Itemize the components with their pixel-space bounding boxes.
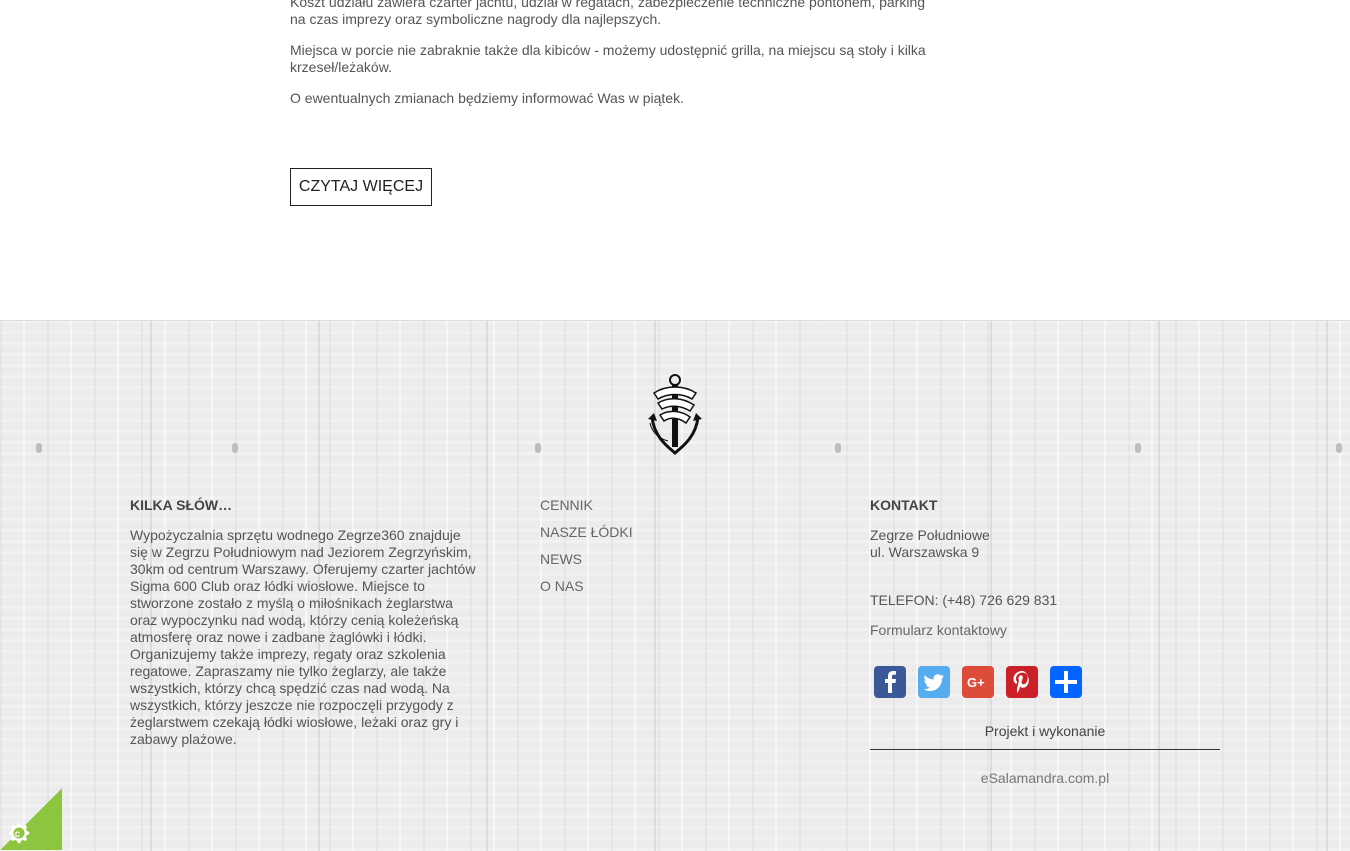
read-more-button[interactable]: CZYTAJ WIĘCEJ — [290, 168, 432, 206]
wood-nail — [1336, 443, 1342, 453]
twitter-icon[interactable] — [918, 666, 950, 698]
article-line: krzeseł/leżaków. — [290, 59, 392, 75]
facebook-icon[interactable] — [874, 666, 906, 698]
google-plus-icon[interactable]: G+ — [962, 666, 994, 698]
about-line: regatowe. Zapraszamy nie tylko żeglarzy,… — [130, 663, 447, 679]
about-line: wszystkich, którzy jeszcze nie rozpoczęl… — [130, 697, 454, 713]
contact-phone: TELEFON: (+48) 726 629 831 — [870, 592, 1058, 608]
wood-nail — [232, 443, 238, 453]
about-line: oraz wypoczynku nad wodą, którzy cenią k… — [130, 612, 459, 628]
about-line: żeglarstwem czekają łódki wiosłowe, leża… — [130, 714, 459, 730]
contact-title: KONTAKT — [870, 497, 938, 513]
about-line: wszystkich, którzy chcą spędzić czas nad… — [130, 680, 450, 696]
article-line: Miejsca w porcie nie zabraknie także dla… — [290, 42, 926, 58]
wood-nail — [535, 443, 541, 453]
wood-nail — [1135, 443, 1141, 453]
nav-item-cennik[interactable]: CENNIK — [540, 497, 633, 513]
footer-nav: CENNIK NASZE ŁÓDKI NEWS O NAS — [540, 497, 633, 605]
credits-title: Projekt i wykonanie — [984, 723, 1106, 739]
contact-column: KONTAKT Zegrze Południowe ul. Warszawska… — [870, 497, 1220, 786]
address-line: Zegrze Południowe — [870, 527, 990, 543]
about-line: 30km od centrum Warszawy. Oferujemy czar… — [130, 561, 476, 577]
wood-nail — [835, 443, 841, 453]
svg-text:G+: G+ — [967, 675, 985, 690]
pinterest-icon[interactable] — [1006, 666, 1038, 698]
nav-item-nasze-lodki[interactable]: NASZE ŁÓDKI — [540, 524, 633, 540]
about-line: stworzone zostało z myślą o miłośnikach … — [130, 595, 453, 611]
article-section: Koszt udziału zawiera czarter jachtu, ud… — [0, 0, 1350, 320]
about-column: KILKA SŁÓW… Wypożyczalnia sprzętu wodneg… — [130, 497, 480, 748]
cookie-settings-icon[interactable]: c — [8, 822, 30, 844]
article-paragraph: O ewentualnych zmianach będziemy informo… — [290, 90, 684, 106]
article-text: Koszt udziału zawiera czarter jachtu, ud… — [290, 0, 930, 121]
cookie-settings-button[interactable]: c — [0, 788, 62, 850]
about-line: atmosferę oraz nowe i zadbane żaglówki i… — [130, 629, 427, 645]
about-line: Sigma 600 Club oraz łódki wiosłowe. Miej… — [130, 578, 425, 594]
contact-form-link[interactable]: Formularz kontaktowy — [870, 622, 1220, 638]
about-line: Wypożyczalnia sprzętu wodnego Zegrze360 … — [130, 527, 461, 543]
share-icon[interactable] — [1050, 666, 1082, 698]
credits-link[interactable]: eSalamandra.com.pl — [870, 770, 1220, 786]
about-line: zabawy plażowe. — [130, 731, 237, 747]
anchor-icon[interactable] — [640, 373, 710, 457]
article-paragraph: Koszt udziału zawiera czarter jachtu, ud… — [290, 0, 930, 28]
about-title: KILKA SŁÓW… — [130, 497, 233, 513]
wood-nail — [36, 443, 42, 453]
article-line: Koszt udziału zawiera czarter jachtu, ud… — [290, 0, 926, 10]
article-line: na czas imprezy oraz symboliczne nagrody… — [290, 11, 662, 27]
nav-item-o-nas[interactable]: O NAS — [540, 578, 633, 594]
nav-item-news[interactable]: NEWS — [540, 551, 633, 567]
contact-address: Zegrze Południowe ul. Warszawska 9 — [870, 527, 1220, 561]
footer: KILKA SŁÓW… Wypożyczalnia sprzętu wodneg… — [0, 320, 1350, 851]
credits-divider — [870, 749, 1220, 750]
about-line: Organizujemy także imprezy, regaty oraz … — [130, 646, 446, 662]
about-text: Wypożyczalnia sprzętu wodnego Zegrze360 … — [130, 527, 480, 748]
article-paragraph: Miejsca w porcie nie zabraknie także dla… — [290, 42, 930, 76]
svg-text:c: c — [15, 829, 21, 840]
about-line: się w Zegrzu Południowym nad Jeziorem Ze… — [130, 544, 472, 560]
address-line: ul. Warszawska 9 — [870, 544, 980, 560]
